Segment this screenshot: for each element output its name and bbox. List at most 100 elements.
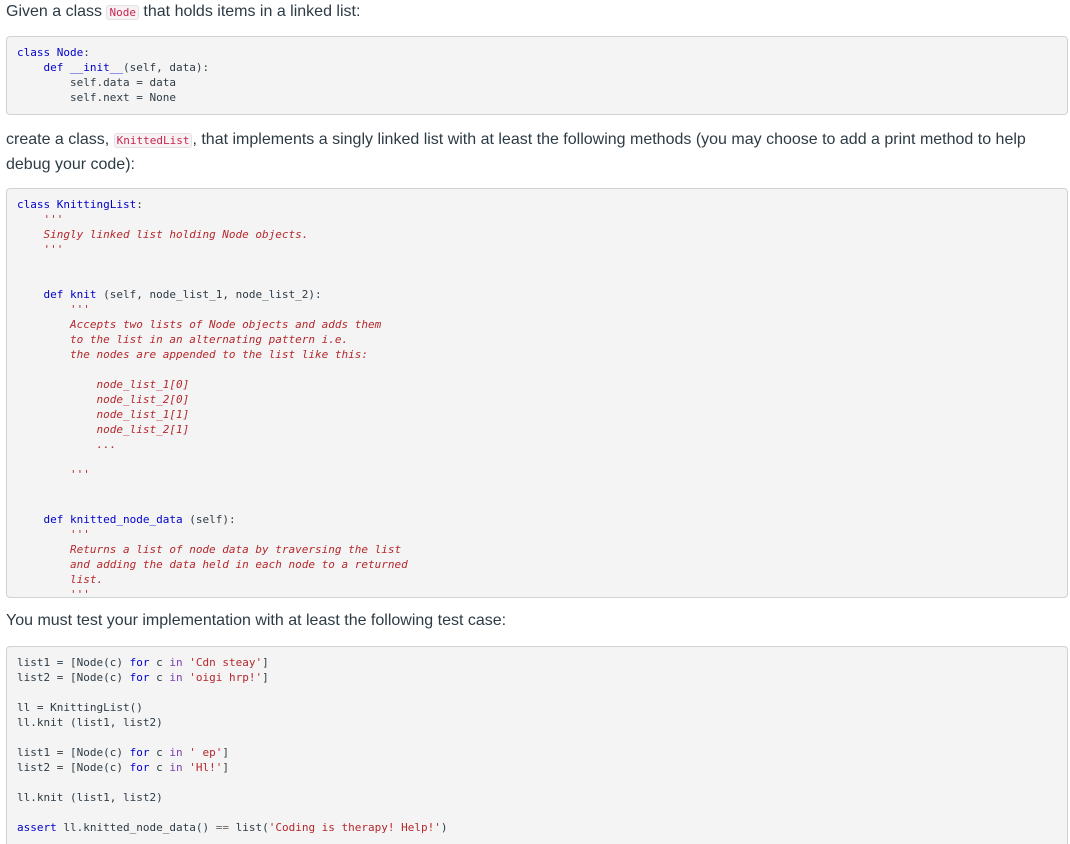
code-token: 'Cdn steay' xyxy=(182,656,263,669)
code-token: knit xyxy=(70,288,97,301)
code-token: Singly linked list holding Node objects. xyxy=(43,228,309,241)
code-token: self.data = data xyxy=(69,76,176,89)
code-line: ''' xyxy=(17,212,1067,227)
code-token: 'Coding is therapy! Help!' xyxy=(268,821,441,834)
code-token: ] xyxy=(222,761,229,774)
code-token: list. xyxy=(69,573,104,586)
code-token: node_list_1[1] xyxy=(96,408,190,421)
code-token: ) xyxy=(440,821,448,834)
code-line: node_list_2[1] xyxy=(17,422,1067,437)
code-line: the nodes are appended to the list like … xyxy=(17,347,1067,362)
code-token: ll = KnittingList() xyxy=(17,701,143,714)
code-line: assert ll.knitted_node_data() == list('C… xyxy=(17,820,1067,835)
code-line: ... xyxy=(17,437,1067,452)
code-line: ''' xyxy=(17,587,1067,598)
code-block-node: class Node: def __init__(self, data): se… xyxy=(6,36,1068,115)
code-token: self.next = None xyxy=(69,91,176,104)
code-token: == xyxy=(215,821,229,834)
code-token: ll.knit (list1, list2) xyxy=(17,791,163,804)
code-token: class xyxy=(17,46,51,59)
code-line: ''' xyxy=(17,242,1067,257)
code-token: def xyxy=(43,288,64,301)
code-line: def knit (self, node_list_1, node_list_2… xyxy=(17,287,1067,302)
code-line: list2 = [Node(c) for c in 'oigi hrp!'] xyxy=(17,670,1067,685)
code-token: ''' xyxy=(69,468,90,481)
code-token: ''' xyxy=(69,528,90,541)
code-token: Returns a list of node data by traversin… xyxy=(69,543,402,556)
code-token: list2 = [Node(c) xyxy=(17,671,130,684)
code-token: ] xyxy=(222,746,229,759)
code-line: self.data = data xyxy=(17,75,1067,90)
code-token: 'oigi hrp!' xyxy=(182,671,263,684)
code-line: self.next = None xyxy=(17,90,1067,105)
intro-text-end: that holds items in a linked list: xyxy=(138,3,361,20)
code-token: c xyxy=(149,671,170,684)
code-token: : xyxy=(83,46,90,59)
code-token: in xyxy=(169,761,183,774)
code-token: (self, node_list_1, node_list_2): xyxy=(96,288,322,301)
code-token: __init__ xyxy=(70,61,123,74)
code-line: class Node: xyxy=(17,45,1067,60)
code-line: node_list_2[0] xyxy=(17,392,1067,407)
code-token: ll.knit (list1, list2) xyxy=(17,716,163,729)
code-token: ''' xyxy=(69,588,90,598)
code-token: 'Hl!' xyxy=(182,761,223,774)
intro-paragraph: Given a class Node that holds items in a… xyxy=(6,0,1066,25)
code-line: def __init__(self, data): xyxy=(17,60,1067,75)
code-token: knitted_node_data xyxy=(70,513,183,526)
code-token: for xyxy=(129,746,150,759)
code-line: ll.knit (list1, list2) xyxy=(17,715,1067,730)
code-token: Accepts two lists of Node objects and ad… xyxy=(69,318,382,331)
code-token: c xyxy=(149,746,170,759)
code-line: ll.knit (list1, list2) xyxy=(17,790,1067,805)
code-token: list2 = [Node(c) xyxy=(17,761,130,774)
code-token: : xyxy=(136,198,143,211)
task-text: create a class, xyxy=(6,131,114,148)
code-token: for xyxy=(129,671,150,684)
code-token: to the list in an alternating pattern i.… xyxy=(69,333,349,346)
intro-text: Given a class xyxy=(6,3,107,20)
code-token: list1 = [Node(c) xyxy=(17,746,130,759)
code-token: node_list_1[0] xyxy=(96,378,190,391)
code-line: node_list_1[1] xyxy=(17,407,1067,422)
code-token: ll.knitted_node_data() xyxy=(56,821,216,834)
code-token: ] xyxy=(262,671,269,684)
code-line: class KnittingList: xyxy=(17,197,1067,212)
code-token: for xyxy=(129,761,150,774)
code-token: (self): xyxy=(182,513,236,526)
code-token: list( xyxy=(228,821,269,834)
code-token: ' ep' xyxy=(182,746,223,759)
code-token: Node xyxy=(56,46,84,59)
code-block-knittinglist: class KnittingList: ''' Singly linked li… xyxy=(6,188,1068,598)
code-line: Returns a list of node data by traversin… xyxy=(17,542,1067,557)
code-token: and adding the data held in each node to… xyxy=(69,558,408,571)
code-token: def xyxy=(43,513,64,526)
code-line: ''' xyxy=(17,527,1067,542)
code-block-test: list1 = [Node(c) for c in 'Cdn steay'] li… xyxy=(6,646,1068,844)
test-intro-paragraph: You must test your implementation with a… xyxy=(6,612,507,629)
code-line: and adding the data held in each node to… xyxy=(17,557,1067,572)
code-token: ''' xyxy=(43,243,64,256)
code-line: ''' xyxy=(17,467,1067,482)
code-token: list1 = [Node(c) xyxy=(17,656,130,669)
code-token: node_list_2[1] xyxy=(96,423,190,436)
code-token: ''' xyxy=(43,213,64,226)
code-token: ''' xyxy=(69,303,90,316)
code-line: ''' xyxy=(17,302,1067,317)
inline-code-knittedlist: KnittedList xyxy=(113,133,193,148)
code-line: to the list in an alternating pattern i.… xyxy=(17,332,1067,347)
code-line: list. xyxy=(17,572,1067,587)
code-line: list1 = [Node(c) for c in 'Cdn steay'] xyxy=(17,655,1067,670)
code-line: list1 = [Node(c) for c in ' ep'] xyxy=(17,745,1067,760)
code-token: assert xyxy=(17,821,57,834)
code-line: ll = KnittingList() xyxy=(17,700,1067,715)
